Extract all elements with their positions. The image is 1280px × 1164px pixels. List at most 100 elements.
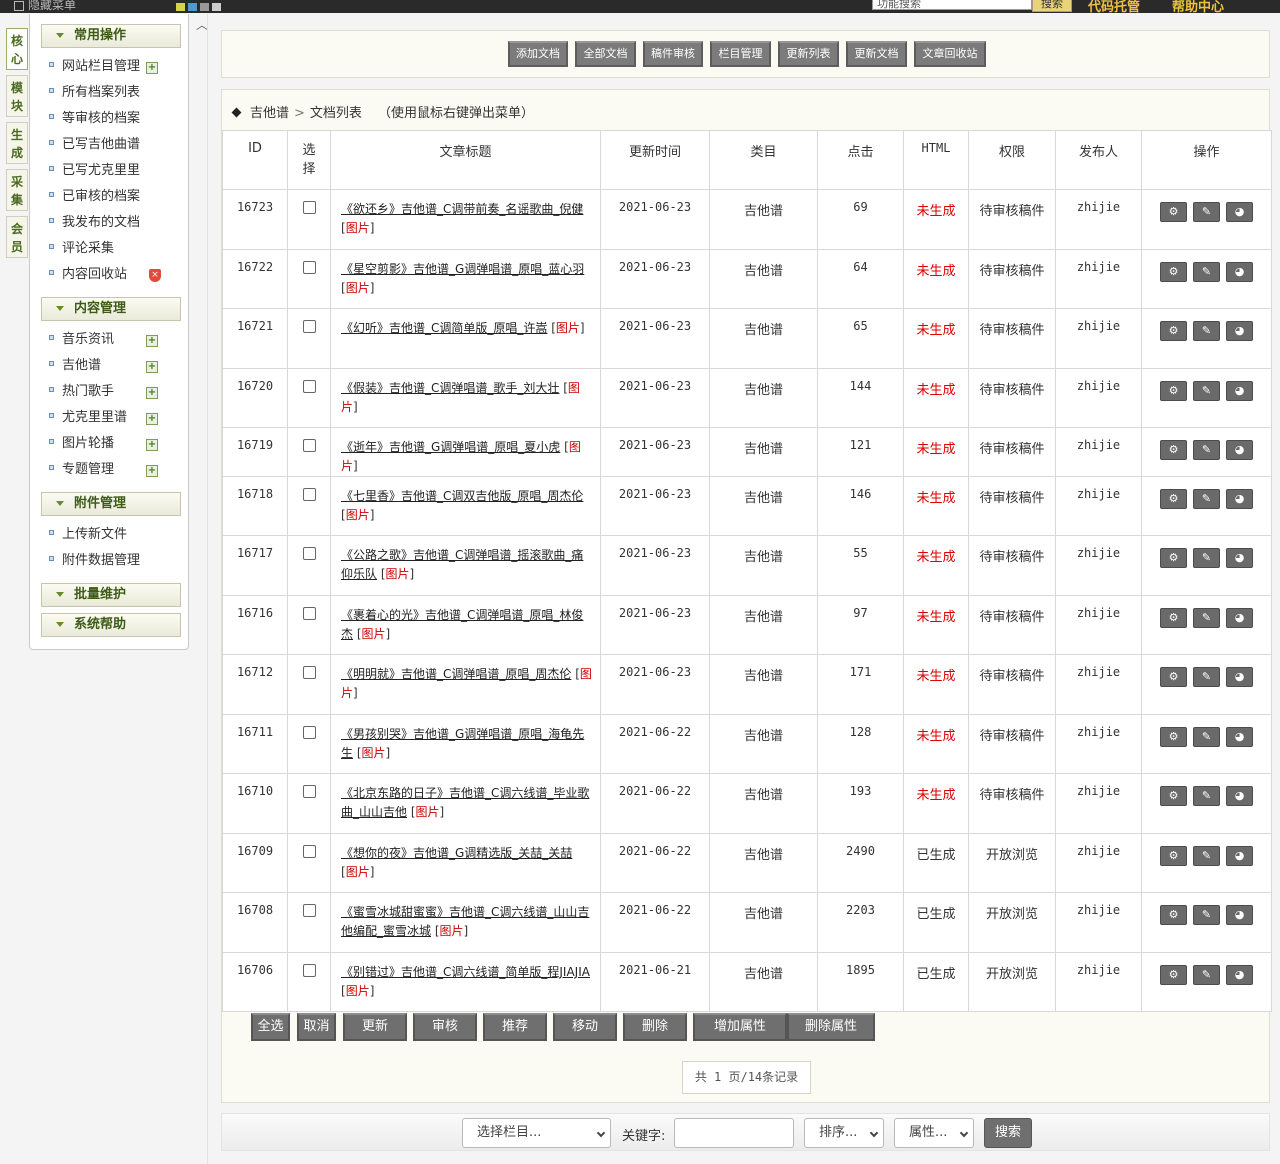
gear-icon[interactable]: ⚙ — [1160, 727, 1187, 747]
add-icon[interactable]: + — [146, 465, 158, 477]
preview-icon[interactable]: ◕ — [1226, 202, 1253, 222]
gear-icon[interactable]: ⚙ — [1160, 667, 1187, 687]
add-icon[interactable]: + — [146, 335, 158, 347]
sidebar-item[interactable]: 热门歌手 + — [49, 382, 179, 402]
doc-title-link[interactable]: 《公路之歌》吉他谱_C调弹唱谱_摇滚歌曲_痛仰乐队 — [341, 548, 583, 581]
table-row[interactable]: 16720 《假装》吉他谱_C调弹唱谱_歌手_刘大壮 [图片] 2021-06-23… — [222, 368, 1272, 428]
table-row[interactable]: 16708 《蜜雪冰城甜蜜蜜》吉他谱_C调六线谱_山山吉他编配_蜜雪冰城 [图片]… — [222, 892, 1272, 953]
gear-icon[interactable]: ⚙ — [1160, 965, 1187, 985]
doc-title-link[interactable]: 《明明就》吉他谱_C调弹唱谱_原唱_周杰伦 — [341, 667, 571, 681]
edit-icon[interactable]: ✎ — [1193, 202, 1220, 222]
gear-icon[interactable]: ⚙ — [1160, 786, 1187, 806]
edit-icon[interactable]: ✎ — [1193, 667, 1220, 687]
category-manage-button[interactable]: 栏目管理 — [710, 41, 771, 67]
gear-icon[interactable]: ⚙ — [1160, 262, 1187, 282]
sidebar-item[interactable]: 已写吉他曲谱 — [49, 135, 179, 155]
sidebar-item[interactable]: 吉他谱 + — [49, 356, 179, 376]
edit-icon[interactable]: ✎ — [1193, 965, 1220, 985]
preview-icon[interactable]: ◕ — [1226, 321, 1253, 341]
sidebar-item[interactable]: 专题管理 + — [49, 460, 179, 480]
preview-icon[interactable]: ◕ — [1226, 727, 1253, 747]
doc-title-link[interactable]: 《逝年》吉他谱_G调弹唱谱_原唱_夏小虎 — [341, 440, 560, 454]
sort-select[interactable]: 排序... — [804, 1118, 884, 1148]
sidebar-section-batch-maintain[interactable]: 批量维护 — [41, 583, 181, 607]
review-manuscripts-button[interactable]: 稿件审核 — [643, 41, 703, 67]
add-icon[interactable]: + — [146, 387, 158, 399]
sidebar-item[interactable]: 所有档案列表 — [49, 83, 179, 103]
row-checkbox[interactable] — [302, 201, 316, 214]
row-checkbox[interactable] — [302, 380, 316, 393]
approve-button[interactable]: 审核 — [413, 1013, 477, 1041]
edit-icon[interactable]: ✎ — [1193, 489, 1220, 509]
preview-icon[interactable]: ◕ — [1226, 262, 1253, 282]
preview-icon[interactable]: ◕ — [1226, 905, 1253, 925]
sidebar-item[interactable]: 图片轮播 + — [49, 434, 179, 454]
gear-icon[interactable]: ⚙ — [1160, 608, 1187, 628]
row-checkbox[interactable] — [302, 845, 316, 858]
row-checkbox[interactable] — [302, 785, 316, 798]
table-row[interactable]: 16711 《男孩别哭》吉他谱_G调弹唱谱_原唱_海龟先生 [图片] 2021-06… — [222, 714, 1272, 774]
table-row[interactable]: 16723 《欲还乡》吉他谱_C调带前奏_名谣歌曲_倪健 [图片] 2021-06-… — [222, 189, 1272, 250]
edit-icon[interactable]: ✎ — [1193, 786, 1220, 806]
update-docs-button[interactable]: 更新文档 — [846, 41, 907, 67]
table-row[interactable]: 16722 《星空剪影》吉他谱_G调弹唱谱_原唱_蓝心羽 [图片] 2021-06-… — [222, 249, 1272, 309]
code-hosting-link[interactable]: 代码托管 — [1088, 0, 1140, 13]
doc-title-link[interactable]: 《幻听》吉他谱_C调简单版_原唱_许嵩 — [341, 321, 547, 335]
tab-generate[interactable]: 生成 — [6, 122, 28, 164]
hide-menu-link[interactable]: 隐藏菜单 — [14, 0, 76, 13]
row-checkbox[interactable] — [302, 607, 316, 620]
sidebar-item[interactable]: 等审核的档案 — [49, 109, 179, 129]
row-checkbox[interactable] — [302, 439, 316, 452]
remove-attribute-button[interactable]: 删除属性 — [787, 1013, 875, 1041]
tab-modules[interactable]: 模块 — [6, 75, 28, 117]
help-center-link[interactable]: 帮助中心 — [1172, 0, 1224, 13]
sidebar-item[interactable]: 上传新文件 — [49, 525, 179, 545]
sidebar-item[interactable]: 音乐资讯 + — [49, 330, 179, 350]
edit-icon[interactable]: ✎ — [1193, 440, 1220, 460]
table-row[interactable]: 16712 《明明就》吉他谱_C调弹唱谱_原唱_周杰伦 [图片] 2021-06-2… — [222, 654, 1272, 715]
deselect-button[interactable]: 取消 — [297, 1013, 336, 1041]
add-icon[interactable]: + — [146, 439, 158, 451]
gear-icon[interactable]: ⚙ — [1160, 381, 1187, 401]
preview-icon[interactable]: ◕ — [1226, 548, 1253, 568]
edit-icon[interactable]: ✎ — [1193, 727, 1220, 747]
category-select[interactable]: 选择栏目... — [462, 1118, 611, 1148]
update-list-button[interactable]: 更新列表 — [778, 41, 839, 67]
doc-title-link[interactable]: 《蜜雪冰城甜蜜蜜》吉他谱_C调六线谱_山山吉他编配_蜜雪冰城 — [341, 905, 589, 938]
search-submit-button[interactable]: 搜索 — [984, 1118, 1032, 1148]
tab-members[interactable]: 会员 — [6, 216, 28, 258]
sidebar-item[interactable]: 附件数据管理 — [49, 551, 179, 571]
add-attribute-button[interactable]: 增加属性 — [693, 1013, 787, 1041]
row-checkbox[interactable] — [302, 964, 316, 977]
recommend-button[interactable]: 推荐 — [483, 1013, 547, 1041]
sidebar-section-system-help[interactable]: 系统帮助 — [41, 613, 181, 637]
theme-swatch-gray[interactable] — [200, 3, 209, 11]
table-row[interactable]: 16709 《想你的夜》吉他谱_G调精选版_关喆_关喆 [图片] 2021-06-2… — [222, 833, 1272, 893]
function-search-button[interactable]: 搜索 — [1032, 0, 1072, 12]
edit-icon[interactable]: ✎ — [1193, 381, 1220, 401]
add-icon[interactable]: + — [146, 62, 158, 74]
theme-swatch-yellow[interactable] — [176, 3, 185, 11]
tab-core[interactable]: 核心 — [6, 28, 28, 70]
select-all-button[interactable]: 全选 — [251, 1013, 290, 1041]
keyword-input[interactable] — [674, 1118, 794, 1148]
row-checkbox[interactable] — [302, 320, 316, 333]
preview-icon[interactable]: ◕ — [1226, 786, 1253, 806]
recycle-bin-button[interactable]: 文章回收站 — [914, 41, 986, 67]
function-search-input[interactable]: 功能搜索 — [872, 0, 1032, 10]
doc-title-link[interactable]: 《星空剪影》吉他谱_G调弹唱谱_原唱_蓝心羽 — [341, 262, 584, 276]
theme-swatches[interactable] — [176, 0, 224, 13]
add-doc-button[interactable]: 添加文档 — [508, 41, 568, 67]
preview-icon[interactable]: ◕ — [1226, 489, 1253, 509]
sidebar-item[interactable]: 网站栏目管理 + — [49, 57, 179, 77]
row-checkbox[interactable] — [302, 904, 316, 917]
sidebar-item[interactable]: 已写尤克里里 — [49, 161, 179, 181]
edit-icon[interactable]: ✎ — [1193, 262, 1220, 282]
add-icon[interactable]: + — [146, 413, 158, 425]
preview-icon[interactable]: ◕ — [1226, 608, 1253, 628]
gear-icon[interactable]: ⚙ — [1160, 321, 1187, 341]
doc-title-link[interactable]: 《别错过》吉他谱_C调六线谱_简单版_程JIAJIA — [341, 965, 590, 979]
gear-icon[interactable]: ⚙ — [1160, 846, 1187, 866]
gear-icon[interactable]: ⚙ — [1160, 440, 1187, 460]
row-checkbox[interactable] — [302, 666, 316, 679]
